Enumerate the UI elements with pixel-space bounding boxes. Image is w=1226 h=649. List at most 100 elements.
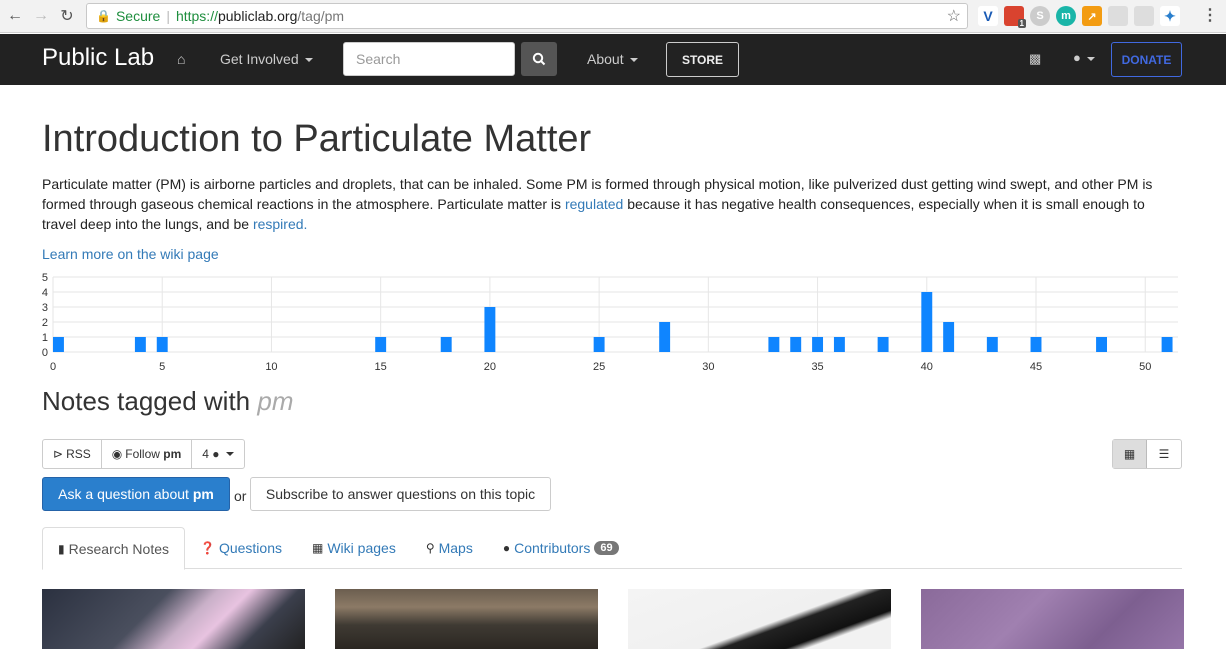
get-involved-menu[interactable]: Get Involved (220, 51, 313, 67)
note-thumbnail[interactable] (921, 589, 1184, 649)
y-tick-label: 1 (42, 332, 48, 344)
tab-label: Contributors (514, 540, 591, 556)
grid-view-button[interactable]: ▦ (1113, 440, 1148, 468)
tab-label: Maps (438, 540, 473, 556)
topic-description: Particulate matter (PM) is airborne part… (42, 174, 1182, 234)
about-label: About (587, 51, 624, 67)
map-marker-icon: ⚲ (425, 541, 435, 555)
extension-badge: 1 (1017, 19, 1026, 28)
main-content: Introduction to Particulate Matter Parti… (42, 85, 1182, 262)
home-icon[interactable]: ⌂ (177, 51, 185, 67)
bar (812, 337, 824, 352)
extension-feather-icon[interactable]: ✦ (1160, 6, 1180, 26)
bar (134, 337, 146, 352)
extension-chart-icon[interactable]: ↗ (1082, 6, 1102, 26)
rss-label: RSS (66, 447, 91, 461)
reload-icon[interactable]: ↻ (56, 5, 78, 27)
search-icon (532, 52, 546, 66)
bar (986, 337, 998, 352)
back-icon[interactable]: ← (4, 5, 26, 27)
page-title: Introduction to Particulate Matter (42, 118, 592, 160)
view-toggle: ▦ ☰ (1112, 439, 1182, 469)
activity-chart: 0 1 2 3 4 5 0 5 10 15 20 25 30 35 40 45 50 (30, 268, 1190, 379)
note-thumbnail[interactable] (335, 589, 598, 649)
url-host: publiclab.org (217, 8, 298, 24)
list-view-button[interactable]: ☰ (1147, 440, 1181, 468)
extension-circle-icon[interactable]: m (1056, 6, 1076, 26)
tab-contributors[interactable]: ● Contributors 69 (488, 527, 634, 569)
note-thumbnails (42, 589, 1184, 649)
tab-questions[interactable]: ❓ Questions (185, 527, 297, 569)
address-separator: | (166, 8, 170, 24)
learn-more-link[interactable]: Learn more on the wiki page (42, 246, 1182, 262)
extension-calendar-icon[interactable]: 1 (1004, 6, 1026, 28)
about-menu[interactable]: About (587, 51, 638, 67)
y-tick-label: 2 (42, 317, 48, 329)
file-icon: ▮ (58, 541, 65, 556)
ask-label: Ask a question about (58, 486, 189, 502)
user-icon: ● (1073, 50, 1081, 65)
follow-button[interactable]: ◉ Follow pm (102, 440, 193, 468)
tab-maps[interactable]: ⚲ Maps (411, 527, 488, 569)
bar (484, 307, 496, 352)
bar (1096, 337, 1108, 352)
book-icon: ▦ (312, 541, 324, 555)
ask-question-button[interactable]: Ask a question about pm (42, 477, 230, 511)
content-tabs: ▮ Research Notes ❓ Questions ▦ Wiki pages ⚲… (42, 527, 1182, 570)
browser-menu-icon[interactable]: ⋮ (1202, 5, 1218, 25)
x-tick-label: 40 (921, 361, 933, 373)
brand-logo[interactable]: Public Lab (42, 44, 154, 72)
y-tick-label: 4 (42, 287, 48, 299)
tab-label: Research Notes (68, 540, 169, 557)
bar (790, 337, 802, 352)
get-involved-label: Get Involved (220, 51, 299, 67)
or-label: or (234, 488, 247, 504)
store-button[interactable]: STORE (666, 42, 739, 77)
bookmark-star-icon[interactable]: ☆ (947, 6, 961, 26)
regulated-link[interactable]: regulated (565, 196, 623, 212)
bar (1030, 337, 1042, 352)
x-tick-label: 45 (1030, 361, 1042, 373)
bar (593, 337, 605, 352)
y-tick-label: 3 (42, 302, 48, 314)
tab-label: Wiki pages (327, 540, 396, 556)
followers-button[interactable]: 4 ● (192, 440, 243, 468)
user-menu[interactable]: ● (1073, 50, 1095, 65)
follower-count: 4 (202, 447, 209, 461)
extension-doc-icon[interactable] (1108, 6, 1128, 26)
bar (53, 337, 64, 352)
caret-down-icon (304, 58, 313, 63)
tab-label: Questions (218, 540, 282, 556)
tab-research-notes[interactable]: ▮ Research Notes (42, 527, 185, 570)
forward-icon[interactable]: → (30, 5, 52, 27)
eye-icon: ◉ (111, 447, 123, 461)
extension-cast-icon[interactable] (1134, 6, 1154, 26)
y-tick-label: 0 (42, 347, 48, 359)
bar (375, 337, 387, 352)
note-thumbnail[interactable] (628, 589, 891, 649)
rss-button[interactable]: ⊳ RSS (43, 440, 102, 468)
extension-v-icon[interactable]: V (978, 6, 998, 26)
bar (943, 322, 955, 352)
caret-down-icon (1086, 56, 1095, 61)
search-button[interactable] (521, 42, 557, 76)
search-input[interactable]: Search (343, 42, 515, 76)
x-tick-label: 25 (593, 361, 605, 373)
extension-skype-icon[interactable]: S (1030, 6, 1050, 26)
donate-button[interactable]: DONATE (1111, 42, 1182, 77)
tab-wiki-pages[interactable]: ▦ Wiki pages (297, 527, 411, 569)
comments-icon[interactable]: ▩ (1029, 51, 1041, 67)
x-tick-label: 50 (1139, 361, 1151, 373)
activity-chart-svg: 0123450 5 10 15 20 25 30 35 40 45 50 (42, 272, 1178, 373)
subscribe-button[interactable]: Subscribe to answer questions on this to… (250, 477, 551, 511)
user-icon: ● (502, 541, 511, 555)
y-tick-label: 5 (42, 272, 48, 284)
respired-link[interactable]: respired. (253, 216, 307, 232)
follow-tag: pm (163, 447, 182, 461)
caret-down-icon (225, 452, 234, 456)
address-bar[interactable]: 🔒 Secure | https://publiclab.org/tag/pm … (86, 3, 968, 29)
note-thumbnail[interactable] (42, 589, 305, 649)
rss-icon: ⊳ (53, 447, 64, 461)
notes-heading: Notes tagged with pm (42, 386, 294, 417)
x-tick-label: 10 (265, 361, 277, 373)
